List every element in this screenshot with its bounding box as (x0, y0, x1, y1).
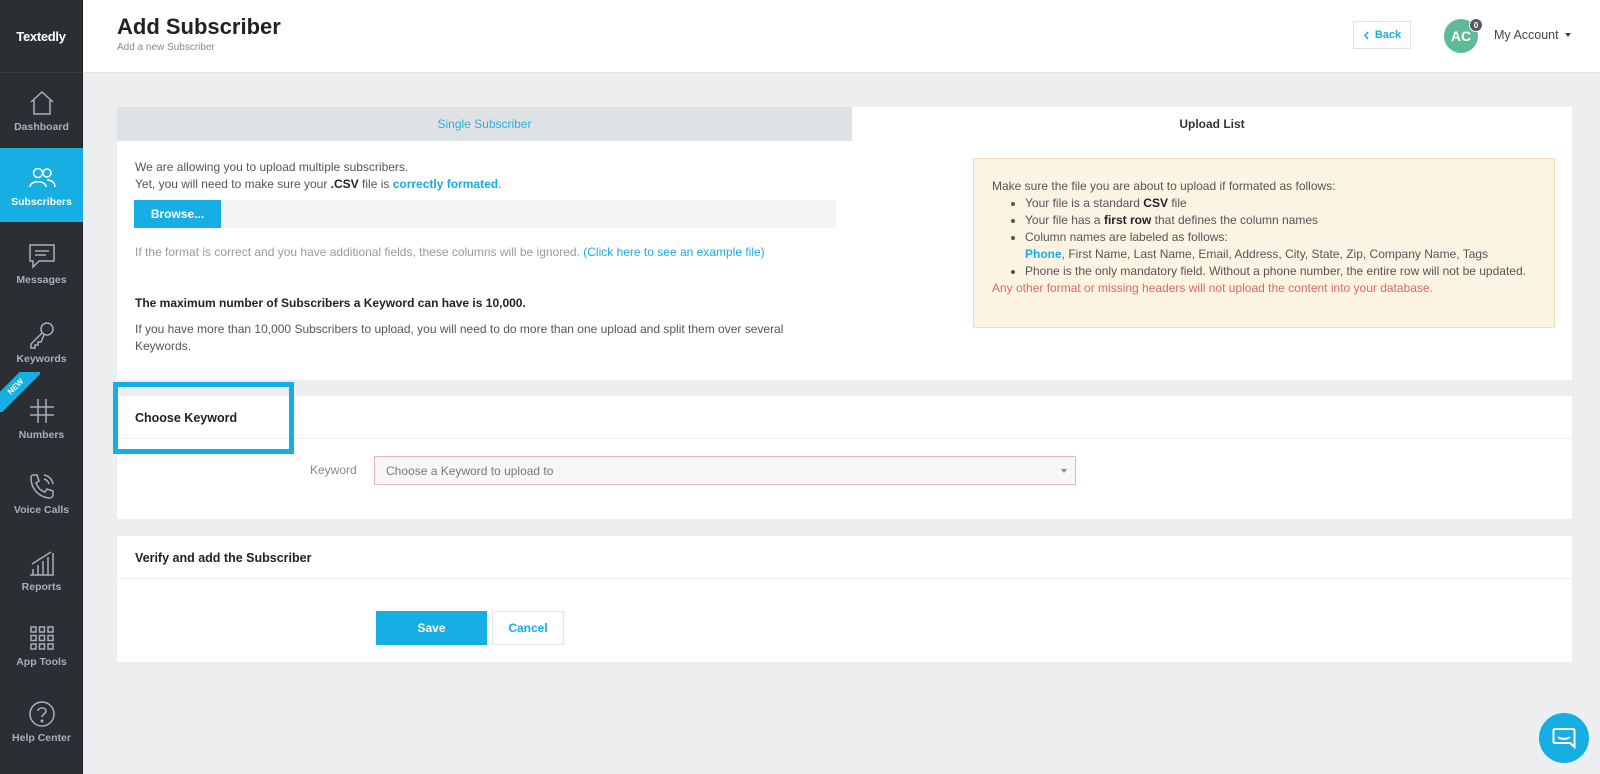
chevron-down-icon (1564, 33, 1571, 37)
help-icon (28, 700, 55, 727)
section-header: Verify and add the Subscriber (117, 536, 1572, 579)
sidebar-item-subscribers[interactable]: Subscribers (0, 148, 83, 222)
file-input[interactable]: Browse... (134, 200, 836, 228)
page-header: Add Subscriber Add a new Subscriber Back… (83, 0, 1600, 73)
split-upload-note: If you have more than 10,000 Subscribers… (135, 322, 784, 353)
section-title: Verify and add the Subscriber (135, 551, 312, 565)
notification-badge: 0 (1469, 18, 1483, 32)
new-badge-clip: NEW (0, 372, 40, 412)
account-label: My Account (1494, 28, 1559, 42)
correctly-formated-link[interactable]: correctly formated (393, 177, 498, 191)
upload-intro: We are allowing you to upload multiple s… (135, 159, 501, 193)
sidebar-item-label: Voice Calls (13, 503, 70, 516)
list-item: Your file is a standard CSV file (1025, 195, 1536, 212)
sidebar-item-reports[interactable]: Reports (0, 533, 83, 607)
section-header: Choose Keyword (117, 396, 1572, 439)
cancel-button[interactable]: Cancel (492, 611, 564, 645)
sidebar-item-label: Keywords (16, 352, 67, 365)
browse-button[interactable]: Browse... (134, 200, 221, 228)
sidebar-item-label: Reports (21, 580, 62, 593)
chat-icon (1552, 728, 1576, 749)
sidebar-item-app-tools[interactable]: App Tools (0, 608, 83, 682)
tab-single-subscriber[interactable]: Single Subscriber (117, 107, 852, 141)
example-file-link[interactable]: (Click here to see an example file) (583, 245, 764, 259)
account-menu[interactable]: My Account (1494, 28, 1571, 42)
choose-keyword-card: Choose Keyword Keyword Choose a Keyword … (117, 396, 1572, 519)
sidebar-item-help-center[interactable]: Help Center (0, 684, 83, 758)
sidebar-item-label: Messages (16, 273, 67, 286)
upload-card: Single Subscriber Upload List We are all… (117, 107, 1572, 380)
grid-icon (29, 625, 54, 650)
keyword-select-placeholder: Choose a Keyword to upload to (386, 464, 554, 478)
message-icon (28, 243, 55, 269)
save-button[interactable]: Save (376, 611, 487, 645)
key-icon (29, 321, 54, 349)
sidebar-item-label: App Tools (16, 655, 67, 668)
info-intro: Make sure the file you are about to uplo… (992, 179, 1336, 193)
page-title: Add Subscriber (117, 14, 281, 39)
sidebar-item-dashboard[interactable]: Dashboard (0, 73, 83, 147)
keyword-select[interactable]: Choose a Keyword to upload to (374, 456, 1076, 485)
list-item: Phone is the only mandatory field. Witho… (1025, 263, 1536, 280)
back-button[interactable]: Back (1353, 21, 1411, 49)
chart-icon (29, 550, 54, 576)
format-rules-list: Your file is a standard CSV file Your fi… (992, 195, 1536, 280)
chevron-down-icon (1061, 469, 1067, 473)
sidebar-item-label: Numbers (18, 428, 65, 441)
sidebar-item-label: Help Center (12, 731, 71, 744)
keyword-label: Keyword (310, 463, 357, 477)
chevron-left-icon (1363, 31, 1369, 39)
format-info-box: Make sure the file you are about to uplo… (973, 158, 1555, 328)
sidebar-item-label: Subscribers (11, 195, 72, 208)
users-icon (28, 167, 56, 187)
tab-upload-list[interactable]: Upload List (852, 107, 1572, 141)
list-item: Your file has a first row that defines t… (1025, 212, 1536, 229)
sidebar-item-label: Dashboard (14, 120, 69, 133)
sidebar-item-keywords[interactable]: Keywords (0, 305, 83, 379)
sidebar: Textedly Dashboard Subscribers Messages … (0, 0, 83, 774)
sidebar-item-messages[interactable]: Messages (0, 226, 83, 300)
back-button-label: Back (1374, 29, 1402, 41)
home-icon (29, 90, 54, 115)
max-subscribers-note: The maximum number of Subscribers a Keyw… (135, 296, 526, 310)
ignored-columns-note: If the format is correct and you have ad… (135, 245, 765, 259)
page-subtitle: Add a new Subscriber (117, 42, 215, 53)
intro-line-1: We are allowing you to upload multiple s… (135, 160, 409, 174)
chat-launcher-button[interactable] (1539, 713, 1589, 763)
list-item: Column names are labeled as follows:Phon… (1025, 229, 1536, 263)
section-title: Choose Keyword (135, 411, 238, 425)
format-warning: Any other format or missing headers will… (992, 281, 1433, 295)
verify-card: Verify and add the Subscriber Save Cance… (117, 536, 1572, 662)
new-badge: NEW (0, 372, 40, 412)
logo[interactable]: Textedly (0, 0, 82, 73)
phone-icon (29, 473, 54, 499)
intro-line-2: Yet, you will need to make sure your .CS… (135, 177, 502, 191)
sidebar-item-voice-calls[interactable]: Voice Calls (0, 456, 83, 530)
